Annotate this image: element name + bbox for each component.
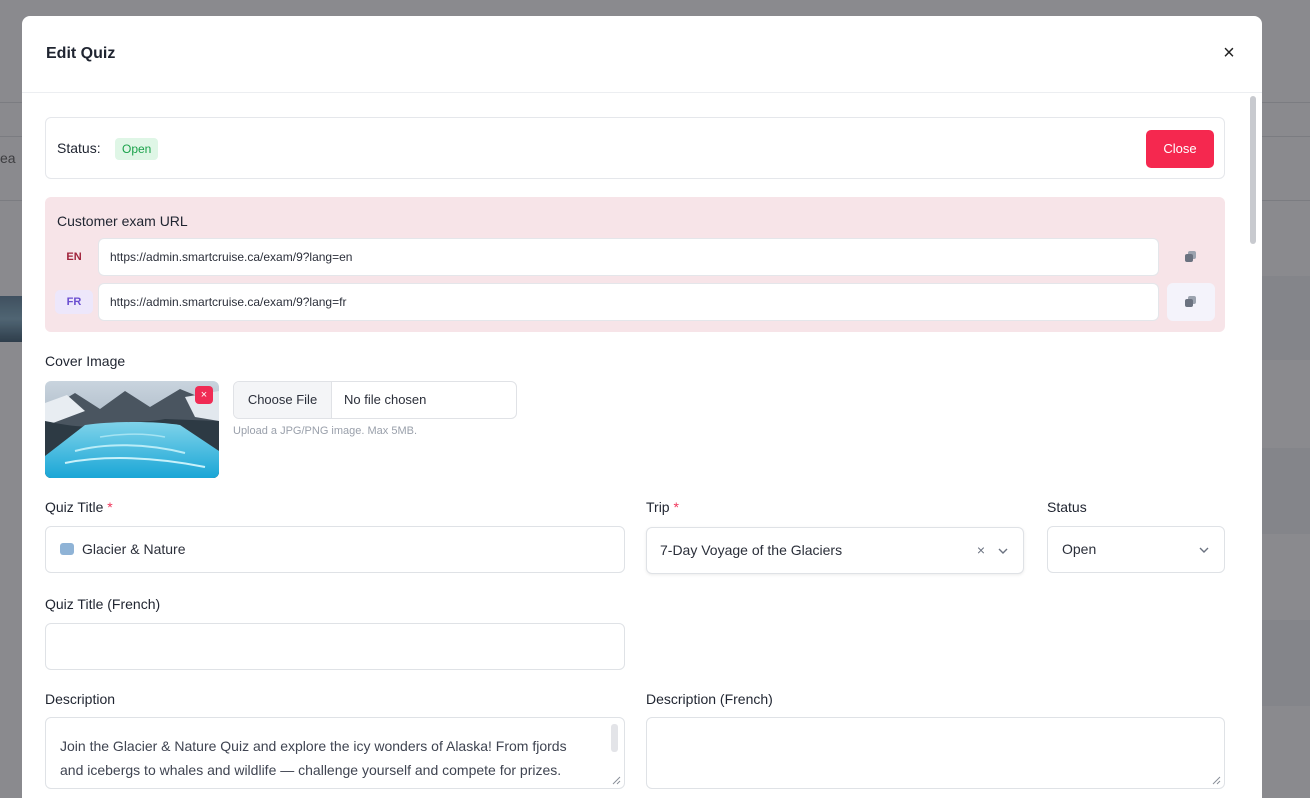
exam-url-card: Customer exam URL EN https://admin.smart… [45, 197, 1225, 332]
copy-url-en-button[interactable] [1167, 238, 1215, 276]
copy-icon [1185, 296, 1196, 307]
copy-icon [1185, 251, 1196, 262]
exam-url-heading: Customer exam URL [57, 213, 188, 229]
description-text: Join the Glacier & Nature Quiz and explo… [60, 738, 567, 778]
exam-url-fr-field[interactable]: https://admin.smartcruise.ca/exam/9?lang… [98, 283, 1159, 321]
close-quiz-button[interactable]: Close [1146, 130, 1214, 168]
status-card: Status: Open Close [45, 117, 1225, 179]
remove-image-button[interactable]: × [195, 386, 213, 404]
description-label: Description [45, 691, 116, 707]
modal-title: Edit Quiz [46, 45, 116, 62]
modal-scrollbar[interactable] [1250, 96, 1256, 244]
trip-select-value: 7-Day Voyage of the Glaciers [660, 542, 843, 558]
status-select-value: Open [1062, 541, 1097, 557]
lang-tag-en: EN [66, 251, 82, 263]
quiz-title-fr-input[interactable] [45, 623, 625, 670]
trip-label-text: Trip [646, 499, 670, 515]
chevron-down-icon [998, 548, 1008, 554]
quiz-title-label: Quiz Title * [45, 499, 113, 515]
description-fr-textarea[interactable] [646, 717, 1225, 789]
quiz-title-fr-label: Quiz Title (French) [45, 596, 161, 612]
description-fr-label: Description (French) [646, 691, 773, 707]
textarea-scrollbar[interactable] [611, 724, 618, 752]
edit-quiz-modal: Edit Quiz × Status: Open Close Customer … [22, 16, 1262, 798]
cover-image-label: Cover Image [45, 353, 126, 369]
clear-icon[interactable]: × [977, 528, 985, 573]
status-select[interactable]: Open [1047, 526, 1225, 573]
description-textarea[interactable]: Join the Glacier & Nature Quiz and explo… [45, 717, 625, 789]
copy-url-fr-button[interactable] [1167, 283, 1215, 321]
required-mark: * [107, 499, 113, 515]
file-status-text: No file chosen [344, 392, 427, 407]
choose-file-button[interactable]: Choose File [234, 382, 332, 418]
required-mark: * [673, 499, 679, 515]
chevron-down-icon [1199, 547, 1209, 553]
status-label: Status: [57, 140, 101, 156]
quiz-title-input[interactable]: Glacier & Nature [45, 526, 625, 573]
exam-url-en-field[interactable]: https://admin.smartcruise.ca/exam/9?lang… [98, 238, 1159, 276]
resize-handle-icon[interactable] [1211, 775, 1221, 785]
trip-label: Trip * [646, 499, 679, 515]
modal-header: Edit Quiz × [22, 16, 1262, 93]
resize-handle-icon[interactable] [611, 775, 621, 785]
close-icon[interactable]: × [1220, 43, 1238, 63]
quiz-title-value: Glacier & Nature [82, 541, 186, 557]
glacier-emoji-icon [60, 543, 74, 555]
status-badge: Open [115, 138, 159, 160]
file-input[interactable]: Choose File No file chosen [233, 381, 517, 419]
cover-image-preview [45, 381, 219, 478]
lang-tag-fr: FR [55, 290, 93, 314]
quiz-title-label-text: Quiz Title [45, 499, 104, 515]
trip-select[interactable]: 7-Day Voyage of the Glaciers × [646, 527, 1024, 574]
status-field-label: Status [1047, 499, 1087, 515]
file-hint: Upload a JPG/PNG image. Max 5MB. [233, 425, 418, 437]
